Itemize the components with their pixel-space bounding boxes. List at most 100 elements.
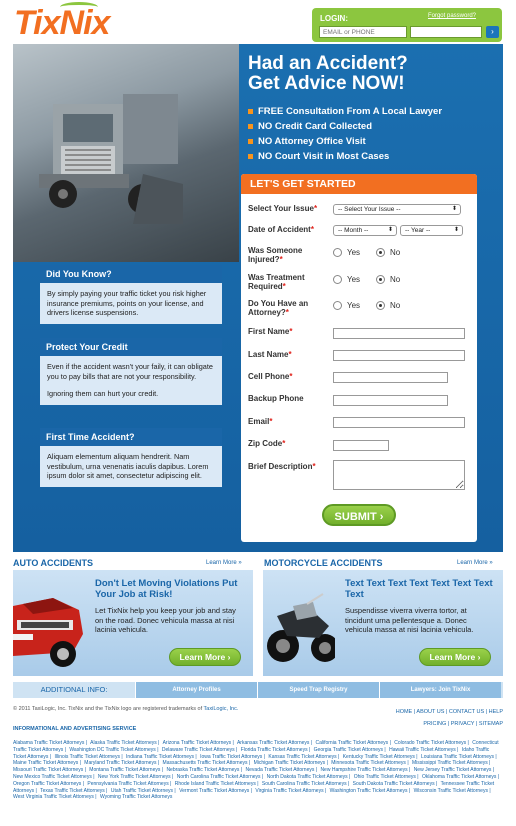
state-attorney-links[interactable]: Alabama Traffic Ticket Attorneys | Alask…	[13, 740, 503, 801]
issue-select[interactable]: -- Select Your Issue -- ⬍	[333, 204, 461, 215]
state-attorney-link[interactable]: New Mexico Traffic Ticket Attorneys |	[13, 774, 95, 780]
state-attorney-link[interactable]: Illinois Traffic Ticket Attorneys |	[54, 754, 122, 760]
sidebox-body: By simply paying your traffic ticket you…	[40, 283, 222, 324]
sidebox-title: Did You Know?	[40, 265, 222, 283]
auto-learn-more-link[interactable]: Learn More »	[206, 560, 242, 566]
state-attorney-link[interactable]: Arizona Traffic Ticket Attorneys |	[163, 740, 234, 746]
state-attorney-link[interactable]: Nevada Traffic Ticket Attorneys |	[246, 767, 318, 773]
attorney-no-radio[interactable]	[376, 301, 385, 310]
headline-line-1: Had an Accident?	[248, 53, 408, 74]
no-label: No	[390, 248, 401, 257]
description-textarea[interactable]	[333, 460, 465, 490]
logo-swoosh-icon	[60, 2, 98, 12]
motorcycle-image	[267, 593, 335, 662]
no-label: No	[390, 275, 401, 284]
state-attorney-link[interactable]: Ohio Traffic Ticket Attorneys |	[354, 774, 419, 780]
auto-learn-more-button[interactable]: Learn More ›	[169, 648, 241, 666]
state-attorney-link[interactable]: South Carolina Traffic Ticket Attorneys …	[262, 781, 349, 787]
state-attorney-link[interactable]: Massachusetts Traffic Ticket Attorneys |	[163, 760, 251, 766]
motorcycle-accidents-panel: Text Text Text Text Text Text Text Text …	[263, 570, 503, 676]
state-attorney-link[interactable]: North Carolina Traffic Ticket Attorneys …	[177, 774, 264, 780]
benefit-list: FREE Consultation From A Local Lawyer NO…	[248, 104, 498, 164]
submit-button[interactable]: SUBMIT ›	[322, 504, 396, 526]
state-attorney-link[interactable]: Alaska Traffic Ticket Attorneys |	[90, 740, 159, 746]
state-attorney-link[interactable]: Minnesota Traffic Ticket Attorneys |	[331, 760, 408, 766]
state-attorney-link[interactable]: Vermont Traffic Ticket Attorneys |	[179, 788, 252, 794]
yes-label: Yes	[347, 248, 361, 257]
zip-input[interactable]	[333, 440, 389, 451]
attorney-yes-radio[interactable]	[333, 301, 342, 310]
state-attorney-link[interactable]: Kansas Traffic Ticket Attorneys |	[268, 754, 339, 760]
footer-links[interactable]: HOME | ABOUT US | CONTACT US | HELP PRIC…	[396, 706, 503, 730]
injured-no-radio[interactable]	[376, 248, 385, 257]
state-attorney-link[interactable]: Oregon Traffic Ticket Attorneys |	[13, 781, 84, 787]
state-attorney-link[interactable]: Washington DC Traffic Ticket Attorneys |	[69, 747, 158, 753]
last-name-input[interactable]	[333, 350, 465, 361]
copyright-link[interactable]: TaxiLogic, Inc.	[204, 706, 239, 712]
state-attorney-link[interactable]: Arkansas Traffic Ticket Attorneys |	[237, 740, 312, 746]
auto-accidents-title: AUTO ACCIDENTS	[13, 558, 94, 568]
state-attorney-link[interactable]: Georgia Traffic Ticket Attorneys |	[314, 747, 386, 753]
chevron-down-icon: ⬍	[453, 227, 459, 233]
state-attorney-link[interactable]: Alabama Traffic Ticket Attorneys |	[13, 740, 87, 746]
moto-learn-more-button[interactable]: Learn More ›	[419, 648, 491, 666]
tab-attorney-profiles[interactable]: Attorney Profiles	[135, 682, 257, 698]
footer-links-row-1[interactable]: HOME | ABOUT US | CONTACT US | HELP	[396, 706, 503, 718]
state-attorney-link[interactable]: Hawaii Traffic Ticket Attorneys |	[389, 747, 458, 753]
state-attorney-link[interactable]: Utah Traffic Ticket Attorneys |	[111, 788, 176, 794]
state-attorney-link[interactable]: New Jersey Traffic Ticket Attorneys |	[414, 767, 494, 773]
state-attorney-link[interactable]: South Dakota Traffic Ticket Attorneys |	[353, 781, 438, 787]
cell-phone-input[interactable]	[333, 372, 448, 383]
state-attorney-link[interactable]: Wisconsin Traffic Ticket Attorneys |	[414, 788, 491, 794]
state-attorney-link[interactable]: Michigan Traffic Ticket Attorneys |	[254, 760, 328, 766]
state-attorney-link[interactable]: Indiana Traffic Ticket Attorneys |	[126, 754, 197, 760]
backup-phone-input[interactable]	[333, 395, 448, 406]
state-attorney-link[interactable]: Maine Traffic Ticket Attorneys |	[13, 760, 81, 766]
state-attorney-link[interactable]: Colorado Traffic Ticket Attorneys |	[394, 740, 469, 746]
state-attorney-link[interactable]: North Dakota Traffic Ticket Attorneys |	[267, 774, 351, 780]
last-name-label: Last Name*	[248, 350, 292, 359]
state-attorney-link[interactable]: Rhode Island Traffic Ticket Attorneys |	[175, 781, 259, 787]
treatment-yes-radio[interactable]	[333, 275, 342, 284]
tab-speed-trap-registry[interactable]: Speed Trap Registry	[257, 682, 379, 698]
login-email-input[interactable]	[319, 26, 407, 38]
description-label: Brief Description*	[248, 462, 316, 471]
tab-lawyers-join[interactable]: Lawyers: Join TixNix	[379, 682, 501, 698]
state-attorney-link[interactable]: Virginia Traffic Ticket Attorneys |	[255, 788, 326, 794]
state-attorney-link[interactable]: Mississippi Traffic Ticket Attorneys |	[412, 760, 490, 766]
auto-headline: Don't Let Moving Violations Put Your Job…	[95, 578, 238, 600]
auto-text: Let TixNix help you keep your job and st…	[95, 606, 236, 634]
forgot-password-link[interactable]: Forgot password?	[428, 13, 476, 19]
email-input[interactable]	[333, 417, 465, 428]
state-attorney-link[interactable]: Wyoming Traffic Ticket Attorneys	[100, 794, 172, 800]
login-password-input[interactable]	[410, 26, 482, 38]
state-attorney-link[interactable]: Delaware Traffic Ticket Attorneys |	[162, 747, 237, 753]
state-attorney-link[interactable]: Missouri Traffic Ticket Attorneys |	[13, 767, 86, 773]
state-attorney-link[interactable]: Florida Traffic Ticket Attorneys |	[241, 747, 311, 753]
state-attorney-link[interactable]: Maryland Traffic Ticket Attorneys |	[84, 760, 159, 766]
first-name-input[interactable]	[333, 328, 465, 339]
month-select[interactable]: -- Month -- ⬍	[333, 225, 397, 236]
sidebox-body: Aliquam elementum aliquam hendrerit. Nam…	[40, 446, 222, 487]
state-attorney-link[interactable]: Louisiana Traffic Ticket Attorneys |	[421, 754, 497, 760]
state-attorney-link[interactable]: California Traffic Ticket Attorneys |	[315, 740, 390, 746]
state-attorney-link[interactable]: Pennsylvania Traffic Ticket Attorneys |	[87, 781, 171, 787]
state-attorney-link[interactable]: Montana Traffic Ticket Attorneys |	[89, 767, 163, 773]
state-attorney-link[interactable]: Washington Traffic Ticket Attorneys |	[330, 788, 411, 794]
state-attorney-link[interactable]: Iowa Traffic Ticket Attorneys |	[200, 754, 265, 760]
state-attorney-link[interactable]: New Hampshire Traffic Ticket Attorneys |	[320, 767, 410, 773]
footer-links-row-2[interactable]: PRICING | PRIVACY | SITEMAP	[396, 718, 503, 730]
sidebox-body: Even if the accident wasn't your faily, …	[40, 356, 222, 405]
state-attorney-link[interactable]: New York Traffic Ticket Attorneys |	[98, 774, 173, 780]
year-select[interactable]: -- Year -- ⬍	[400, 225, 463, 236]
state-attorney-link[interactable]: Texas Traffic Ticket Attorneys |	[40, 788, 107, 794]
login-submit-button[interactable]: ›	[486, 26, 499, 38]
state-attorney-link[interactable]: Nebraska Traffic Ticket Attorneys |	[166, 767, 242, 773]
injured-yes-radio[interactable]	[333, 248, 342, 257]
state-attorney-link[interactable]: West Virginia Traffic Ticket Attorneys |	[13, 794, 97, 800]
yes-label: Yes	[347, 301, 361, 310]
moto-learn-more-link[interactable]: Learn More »	[457, 560, 493, 566]
state-attorney-link[interactable]: Oklahoma Traffic Ticket Attorneys |	[422, 774, 499, 780]
treatment-no-radio[interactable]	[376, 275, 385, 284]
state-attorney-link[interactable]: Kentucky Traffic Ticket Attorneys |	[343, 754, 418, 760]
